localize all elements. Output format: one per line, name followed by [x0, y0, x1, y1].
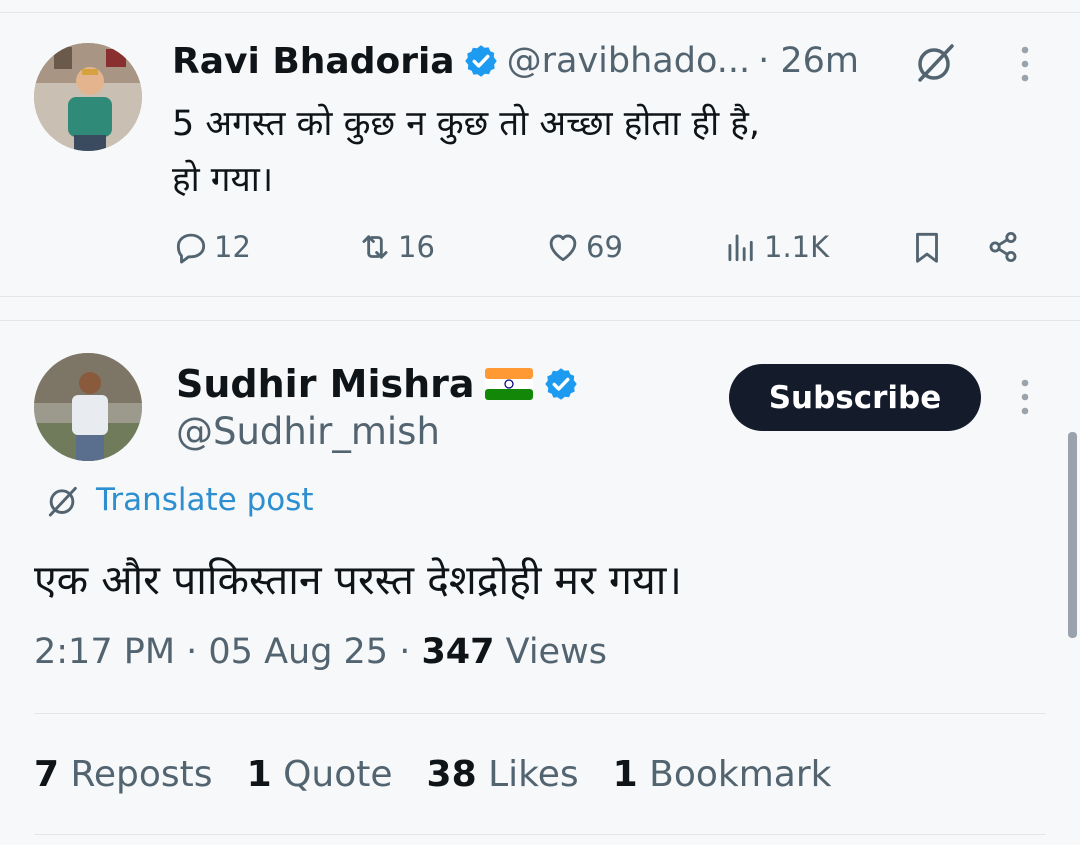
translate-icon — [48, 486, 77, 517]
tweet-timestamp[interactable]: 2:17 PM · 05 Aug 25 · — [34, 632, 421, 672]
like-count: 69 — [586, 230, 623, 264]
repost-icon — [362, 235, 388, 259]
verified-icon — [544, 368, 577, 400]
bookmarks-stat[interactable]: 1 Bookmark — [613, 754, 832, 795]
reposts-label: Reposts — [59, 754, 213, 795]
tweet-text: 5 अगस्त को कुछ न कुछ तो अच्छा होता ही है… — [172, 104, 760, 200]
avatar-sudhir[interactable] — [34, 353, 142, 461]
bookmarks-label: Bookmark — [637, 754, 832, 795]
likes-label: Likes — [476, 754, 579, 795]
reposts-stat[interactable]: 7 Reposts — [34, 754, 213, 795]
bookmarks-count: 1 — [612, 754, 638, 795]
subscribe-button[interactable]: Subscribe — [729, 364, 981, 431]
reply-icon — [176, 233, 206, 264]
share-button[interactable] — [984, 222, 1022, 272]
bookmark-icon — [916, 232, 938, 263]
quotes-count: 1 — [246, 754, 272, 795]
share-icon — [989, 231, 1017, 263]
author-handle[interactable]: @Sudhir_mish — [176, 410, 440, 453]
avatar-ravi-image — [34, 43, 142, 151]
tweet-meta: 2:17 PM · 05 Aug 25 · 347 Views — [34, 632, 607, 672]
views-button[interactable]: 1.1K — [722, 222, 829, 272]
divider — [34, 834, 1046, 835]
india-flag-icon — [484, 368, 533, 400]
tweet-header: Sudhir Mishra — [176, 360, 579, 408]
views-label: Views — [494, 632, 607, 672]
more-icon[interactable] — [1019, 44, 1031, 84]
avatar-sudhir-image — [34, 353, 142, 461]
verified-icon — [464, 45, 497, 77]
translate-label: Translate post — [96, 482, 314, 518]
author-handle[interactable]: @ravibhado... — [507, 41, 751, 81]
views-count: 1.1K — [764, 230, 830, 264]
translate-post-link[interactable]: Translate post — [42, 478, 314, 522]
likes-count: 38 — [426, 754, 477, 795]
avatar-ravi[interactable] — [34, 43, 142, 151]
like-button[interactable]: 69 — [544, 222, 623, 272]
views-icon — [728, 234, 753, 262]
quotes-label: Quote — [271, 754, 393, 795]
more-icon[interactable] — [1019, 377, 1031, 417]
views-count: 347 — [421, 632, 495, 672]
divider — [34, 713, 1046, 714]
tweet-text: एक और पाकिस्तान परस्त देशद्रोही मर गया। — [34, 556, 682, 604]
repost-count: 16 — [398, 230, 435, 264]
bookmark-button[interactable] — [908, 222, 946, 272]
tweet-time[interactable]: · 26m — [758, 41, 859, 81]
quotes-stat[interactable]: 1 Quote — [247, 754, 393, 795]
tweet-header: Ravi Bhadoria @ravibhado... · 26m — [172, 38, 859, 84]
likes-stat[interactable]: 38 Likes — [427, 754, 579, 795]
author-name[interactable]: Ravi Bhadoria — [172, 41, 455, 82]
like-icon — [549, 234, 577, 262]
repost-button[interactable]: 16 — [356, 222, 435, 272]
action-bar: 12 16 69 1.1K — [172, 222, 1032, 272]
engagement-stats: 7 Reposts 1 Quote 38 Likes 1 Bookmark — [34, 754, 832, 795]
reposts-count: 7 — [34, 754, 60, 795]
scrollbar[interactable] — [1068, 432, 1077, 638]
divider — [0, 296, 1080, 297]
divider — [0, 12, 1080, 13]
grok-icon[interactable] — [910, 38, 958, 86]
divider — [0, 320, 1080, 321]
timeline: Ravi Bhadoria @ravibhado... · 26m 5 अगस्… — [0, 0, 1080, 845]
reply-button[interactable]: 12 — [172, 222, 251, 272]
author-name[interactable]: Sudhir Mishra — [176, 362, 475, 406]
reply-count: 12 — [214, 230, 251, 264]
